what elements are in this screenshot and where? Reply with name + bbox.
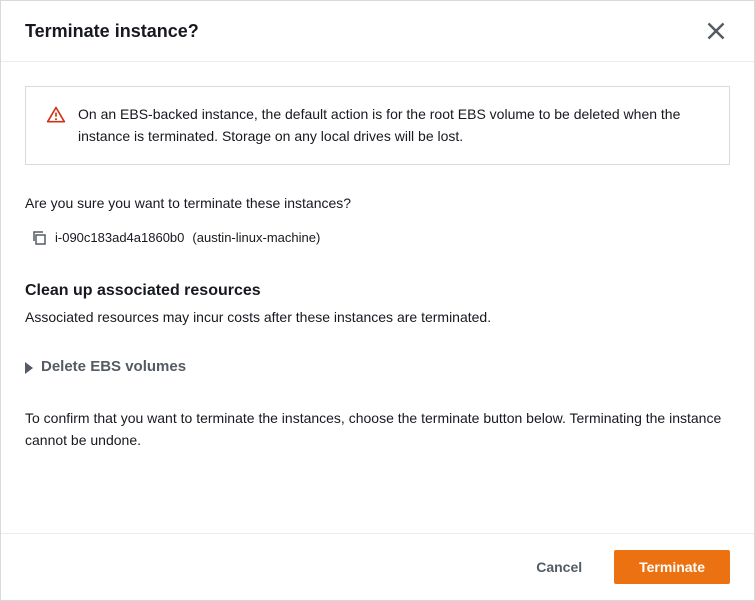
- copy-icon[interactable]: [31, 230, 47, 246]
- instance-name: (austin-linux-machine): [192, 228, 320, 248]
- cancel-button[interactable]: Cancel: [520, 551, 598, 583]
- modal-body: On an EBS-backed instance, the default a…: [1, 62, 754, 533]
- terminate-button[interactable]: Terminate: [614, 550, 730, 584]
- terminate-instance-modal: Terminate instance? On an EBS-backed ins…: [0, 0, 755, 601]
- confirm-question: Are you sure you want to terminate these…: [25, 193, 730, 214]
- close-button[interactable]: [702, 17, 730, 45]
- cleanup-description: Associated resources may incur costs aft…: [25, 307, 730, 328]
- warning-icon: [46, 105, 66, 125]
- modal-title: Terminate instance?: [25, 18, 199, 45]
- final-confirmation-text: To confirm that you want to terminate th…: [25, 407, 730, 452]
- chevron-right-icon: [25, 362, 33, 374]
- modal-header: Terminate instance?: [1, 1, 754, 62]
- expandable-label: Delete EBS volumes: [41, 356, 186, 379]
- instance-id: i-090c183ad4a1860b0: [55, 228, 184, 248]
- cleanup-heading: Clean up associated resources: [25, 279, 730, 303]
- close-icon: [706, 21, 726, 41]
- delete-ebs-volumes-toggle[interactable]: Delete EBS volumes: [25, 356, 730, 379]
- warning-box: On an EBS-backed instance, the default a…: [25, 86, 730, 165]
- modal-footer: Cancel Terminate: [1, 533, 754, 600]
- warning-text: On an EBS-backed instance, the default a…: [78, 103, 709, 148]
- instance-row: i-090c183ad4a1860b0 (austin-linux-machin…: [25, 228, 730, 248]
